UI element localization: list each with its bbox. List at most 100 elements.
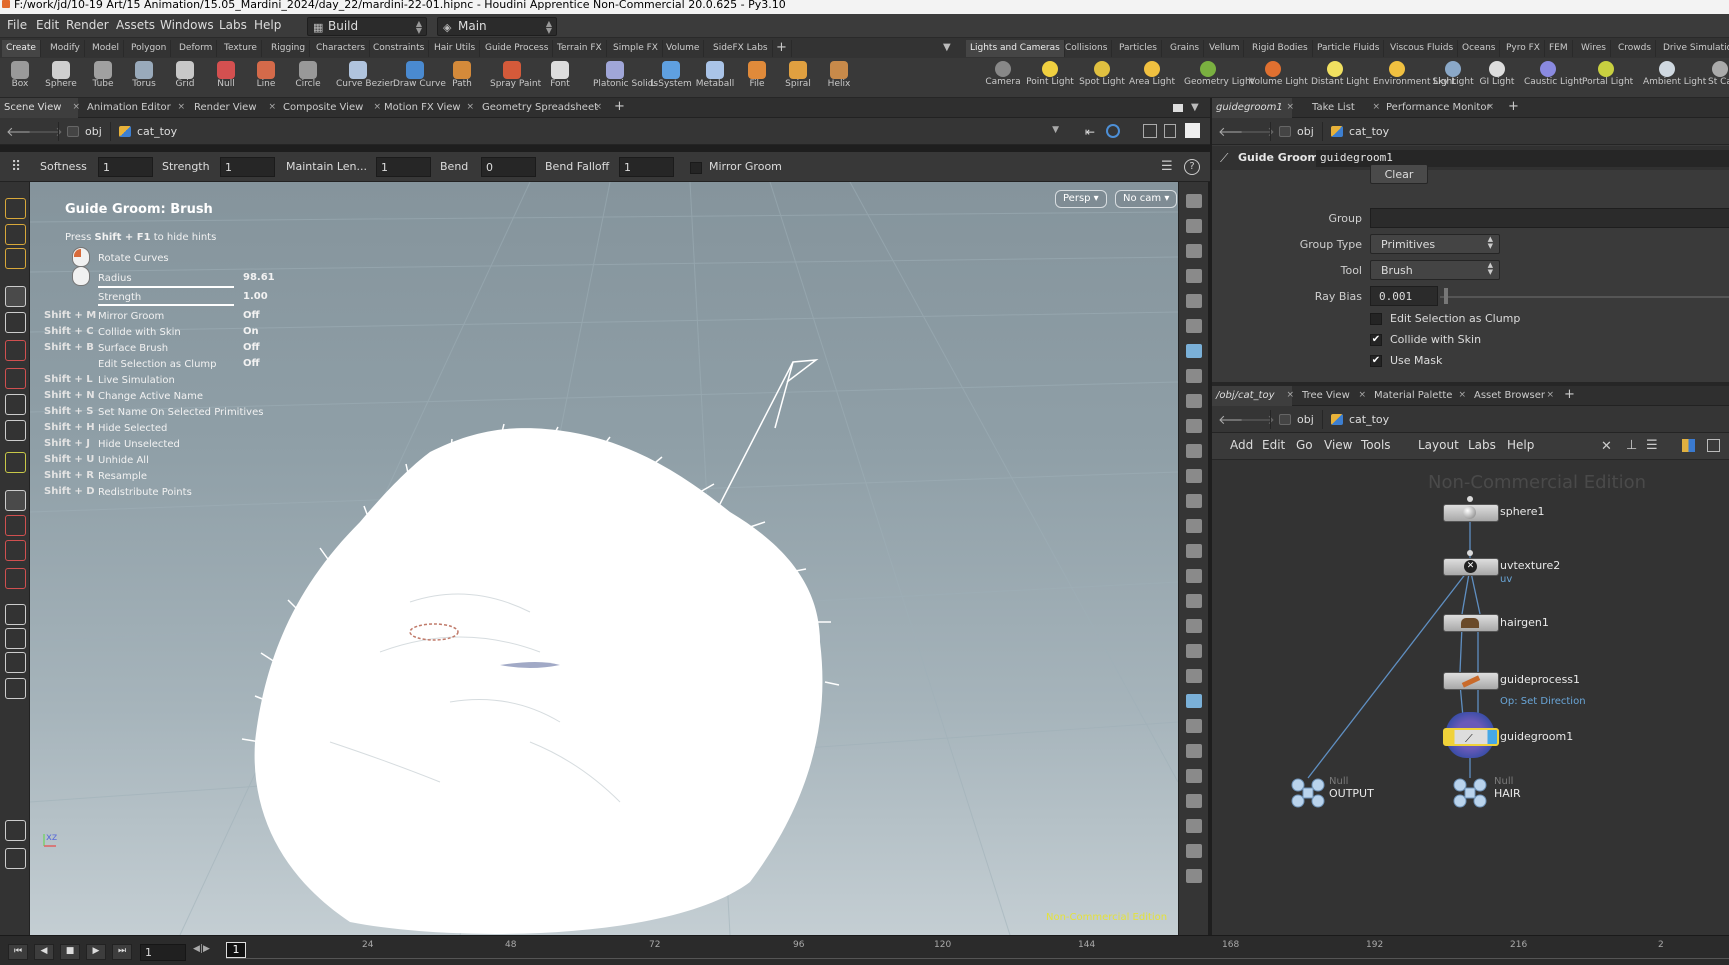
shelf-tool-line[interactable]: Line xyxy=(244,58,288,98)
tab-render-view[interactable]: Render View × xyxy=(190,98,276,118)
shelf-tool-distant-light[interactable]: Distant Light xyxy=(1311,58,1369,98)
display-option-icon[interactable] xyxy=(1186,244,1202,258)
node-guideprocess1[interactable] xyxy=(1443,672,1499,690)
pane-menu-icon[interactable]: ▼ xyxy=(1191,102,1199,113)
step-arrows-icon[interactable]: ◀|▶ xyxy=(193,944,210,954)
left-tool-icon[interactable] xyxy=(5,628,26,649)
stop-button[interactable]: ■ xyxy=(60,944,80,960)
shelf-tool-draw-curve[interactable]: Draw Curve xyxy=(393,58,446,98)
menu-assets[interactable]: Assets xyxy=(116,18,155,32)
jump-start-button[interactable]: ⏮ xyxy=(8,944,28,960)
shelf-tool-camera[interactable]: Camera xyxy=(979,58,1027,98)
close-icon[interactable]: × xyxy=(1286,102,1294,112)
display-option-icon[interactable] xyxy=(1186,669,1202,683)
menu-file[interactable]: File xyxy=(7,18,27,32)
display-option-icon[interactable] xyxy=(1186,269,1202,283)
shelf-tool-area-light[interactable]: Area Light xyxy=(1128,58,1176,98)
left-tool-icon[interactable] xyxy=(5,452,26,473)
display-option-icon[interactable] xyxy=(1186,369,1202,383)
network-menu-layout[interactable]: Layout xyxy=(1418,438,1459,452)
display-option-icon[interactable] xyxy=(1186,794,1202,808)
shelf-tool-caustic-light[interactable]: Caustic Light xyxy=(1524,58,1583,98)
layout-icon[interactable] xyxy=(1164,124,1176,138)
tab-motion-fx-view[interactable]: Motion FX View × xyxy=(380,98,474,118)
close-icon[interactable]: × xyxy=(1358,390,1366,400)
left-tool-icon[interactable] xyxy=(5,368,26,389)
snapshot-icon[interactable] xyxy=(1143,124,1157,138)
ray-bias-slider-track[interactable] xyxy=(1440,296,1729,298)
use-mask-checkbox[interactable]: ✔ xyxy=(1370,355,1382,367)
network-menu-view[interactable]: View xyxy=(1324,438,1352,452)
menu-edit[interactable]: Edit xyxy=(36,18,59,32)
left-tool-icon[interactable] xyxy=(5,568,26,589)
play-button[interactable]: ▶ xyxy=(86,944,106,960)
null-node-output[interactable] xyxy=(1290,778,1326,808)
shelf-tab-rigid-bodies[interactable]: Rigid Bodies xyxy=(1248,40,1313,57)
shelf-tab-pyro-fx[interactable]: Pyro FX xyxy=(1502,40,1545,57)
shelf-tool-curve-bezier[interactable]: Curve Bezier xyxy=(336,58,394,98)
shelf-tool-circle[interactable]: Circle xyxy=(286,58,330,98)
node-uvtexture2[interactable]: ✕ xyxy=(1443,558,1499,576)
display-option-icon[interactable] xyxy=(1186,844,1202,858)
bend-field[interactable]: 0 xyxy=(481,157,536,177)
maximize-pane-icon[interactable] xyxy=(1173,104,1183,112)
left-tool-icon[interactable] xyxy=(5,248,26,269)
menu-windows[interactable]: Windows xyxy=(160,18,214,32)
display-option-icon[interactable] xyxy=(1186,419,1202,433)
mirror-groom-checkbox[interactable] xyxy=(690,162,702,174)
shelf-tab-particle-fluids[interactable]: Particle Fluids xyxy=(1313,40,1385,57)
softness-field[interactable]: 1 xyxy=(98,157,153,177)
close-icon[interactable]: × xyxy=(1372,102,1380,112)
shelf-tool-gi-light[interactable]: GI Light xyxy=(1473,58,1521,98)
display-option-icon[interactable] xyxy=(1186,769,1202,783)
shelf-tab-model[interactable]: Model xyxy=(88,40,125,57)
shelf-tool-sky-light[interactable]: Sky Light xyxy=(1429,58,1477,98)
left-tool-icon[interactable] xyxy=(5,198,26,219)
shelf-tool-box[interactable]: Box xyxy=(0,58,42,98)
shelf-tab-grains[interactable]: Grains xyxy=(1166,40,1205,57)
left-tool-icon[interactable] xyxy=(5,312,26,333)
menu-labs[interactable]: Labs xyxy=(219,18,247,32)
desktop-select[interactable]: ▦ Build ▲ ▼ xyxy=(307,17,427,36)
menu-help[interactable]: Help xyxy=(254,18,281,32)
shelf-tab-viscous-fluids[interactable]: Viscous Fluids xyxy=(1386,40,1459,57)
display-option-icon[interactable] xyxy=(1186,544,1202,558)
single-view-icon[interactable] xyxy=(1185,123,1200,138)
left-tool-icon[interactable] xyxy=(5,678,26,699)
path-obj[interactable]: obj xyxy=(1270,122,1320,141)
network-menu-help[interactable]: Help xyxy=(1507,438,1534,452)
close-icon[interactable]: × xyxy=(466,102,474,112)
jump-end-button[interactable]: ⏭ xyxy=(112,944,132,960)
ray-bias-slider-handle[interactable] xyxy=(1444,288,1448,304)
network-menu-labs[interactable]: Labs xyxy=(1468,438,1496,452)
shelf-tool-volume-light[interactable]: Volume Light xyxy=(1249,58,1308,98)
shelf-tab-simple-fx[interactable]: Simple FX xyxy=(609,40,663,57)
display-option-icon[interactable] xyxy=(1186,594,1202,608)
close-icon[interactable]: × xyxy=(72,102,80,112)
clear-button[interactable]: Clear xyxy=(1370,164,1428,184)
shelf-tab-rigging[interactable]: Rigging xyxy=(267,40,311,57)
display-option-icon[interactable] xyxy=(1186,744,1202,758)
network-editor[interactable]: Non-Commercial Edition sphere1 ✕ uvtextu… xyxy=(1212,460,1729,935)
left-tool-icon[interactable] xyxy=(5,820,26,841)
left-tool-icon[interactable] xyxy=(5,224,26,245)
close-icon[interactable]: × xyxy=(1286,390,1294,400)
shelf-tool-point-light[interactable]: Point Light xyxy=(1026,58,1074,98)
display-option-icon[interactable] xyxy=(1186,519,1202,533)
tab-guidegroom1[interactable]: guidegroom1 × xyxy=(1212,98,1294,118)
camera-menu-button[interactable]: No cam ▾ xyxy=(1115,190,1178,208)
left-tool-icon[interactable] xyxy=(5,394,26,415)
shelf-tool-path[interactable]: Path xyxy=(440,58,484,98)
shelf-tool-helix[interactable]: Helix xyxy=(817,58,861,98)
shelf-tool-geometry-light[interactable]: Geometry Light xyxy=(1184,58,1254,98)
tab-network-path[interactable]: /obj/cat_toy × xyxy=(1212,386,1294,406)
display-option-icon[interactable] xyxy=(1186,619,1202,633)
scene-viewport[interactable]: xz Guide Groom: Brush Press Shift + F1 t… xyxy=(30,182,1178,935)
shelf-tab-particles[interactable]: Particles xyxy=(1115,40,1162,57)
strength-field[interactable]: 1 xyxy=(220,157,275,177)
tab-scene-view[interactable]: Scene View × xyxy=(0,98,80,118)
persp-menu-button[interactable]: Persp ▾ xyxy=(1055,190,1107,208)
shelf-tab-hair-utils[interactable]: Hair Utils xyxy=(430,40,481,57)
tab-take-list[interactable]: Take List × xyxy=(1308,98,1380,118)
path-cat-toy[interactable]: cat_toy xyxy=(1322,122,1729,141)
